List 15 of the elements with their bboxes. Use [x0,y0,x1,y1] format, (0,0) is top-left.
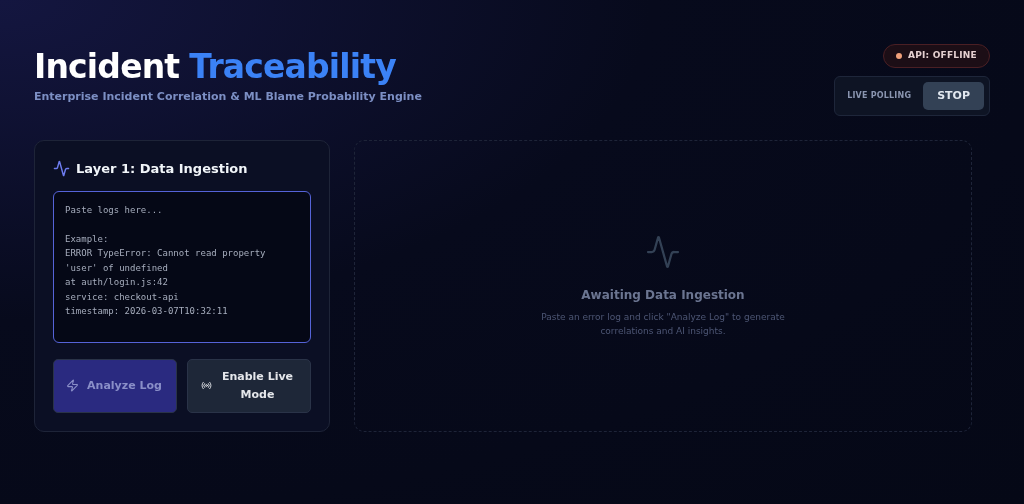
empty-state-title: Awaiting Data Ingestion [581,287,745,304]
live-mode-button[interactable]: Enable Live Mode [187,358,311,413]
pulse-icon [53,160,70,178]
lightning-icon [65,379,79,392]
page-subtitle: Enterprise Incident Correlation & ML Blame Probability Engine [34,89,422,105]
page-title: Incident [34,50,180,83]
polling-label: LIVE POLLING [847,89,912,102]
pulse-icon [645,234,681,270]
card-title: Layer 1: Data Ingestion [76,160,248,178]
broadcast-icon [200,380,212,391]
api-status-label: API: OFFLINE [907,49,977,62]
empty-state-message: Paste an error log and click "Analyze Log" to generate correlations and AI insights. [540,311,786,338]
page-title-accent: Traceability [189,50,396,83]
stop-button[interactable]: STOP [923,81,984,110]
log-input-field[interactable]: Paste logs here... Example: ERROR TypeError: Cannot read property 'user' of undefined at auth/login.js:42 service: checkout-api timestamp: 2026-03-07T10:32:11 [53,190,311,343]
